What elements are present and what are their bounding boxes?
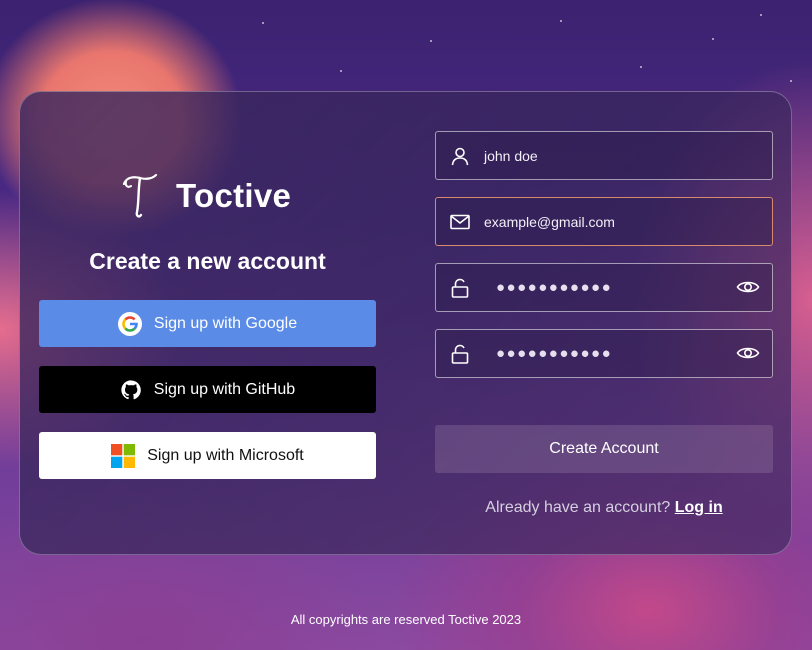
footer-copyright: All copyrights are reserved Toctive 2023 xyxy=(290,612,522,627)
mail-icon xyxy=(436,214,484,230)
brand: Toctive xyxy=(120,172,291,220)
google-signup-button[interactable]: Sign up with Google xyxy=(39,300,376,347)
google-icon xyxy=(117,311,142,336)
github-signup-label: Sign up with GitHub xyxy=(153,380,296,398)
page-heading: Create a new account xyxy=(89,248,326,274)
password-field[interactable]: ●●●●●●●●●●● xyxy=(435,263,773,312)
star xyxy=(640,66,642,68)
eye-icon[interactable] xyxy=(736,278,760,301)
lock-icon xyxy=(436,344,484,364)
toctive-logo-icon xyxy=(122,173,158,218)
password-mask: ●●●●●●●●●●● xyxy=(496,279,613,296)
star xyxy=(790,80,792,82)
email-field-value: example@gmail.com xyxy=(484,213,615,230)
name-field-value: john doe xyxy=(484,147,538,164)
github-icon xyxy=(120,379,142,401)
microsoft-signup-label: Sign up with Microsoft xyxy=(147,446,304,464)
star xyxy=(262,22,264,24)
brand-name: Toctive xyxy=(176,177,292,214)
google-signup-label: Sign up with Google xyxy=(153,314,298,332)
microsoft-icon xyxy=(111,443,136,468)
microsoft-signup-button[interactable]: Sign up with Microsoft xyxy=(39,432,376,479)
star xyxy=(340,70,342,72)
star xyxy=(560,20,562,22)
login-prompt-text: Already have an account? xyxy=(485,499,671,516)
lock-icon xyxy=(436,278,484,298)
email-field[interactable]: example@gmail.com xyxy=(435,197,773,246)
star xyxy=(430,40,432,42)
github-signup-button[interactable]: Sign up with GitHub xyxy=(39,366,376,413)
login-link[interactable]: Log in xyxy=(675,499,723,516)
eye-icon[interactable] xyxy=(736,344,760,367)
name-field[interactable]: john doe xyxy=(435,131,773,180)
user-icon xyxy=(436,146,484,166)
confirm-password-mask: ●●●●●●●●●●● xyxy=(496,345,613,362)
create-account-button[interactable]: Create Account xyxy=(435,425,773,473)
login-prompt: Already have an account? Log in xyxy=(435,499,773,517)
star xyxy=(712,38,714,40)
confirm-password-field[interactable]: ●●●●●●●●●●● xyxy=(435,329,773,378)
star xyxy=(760,14,762,16)
